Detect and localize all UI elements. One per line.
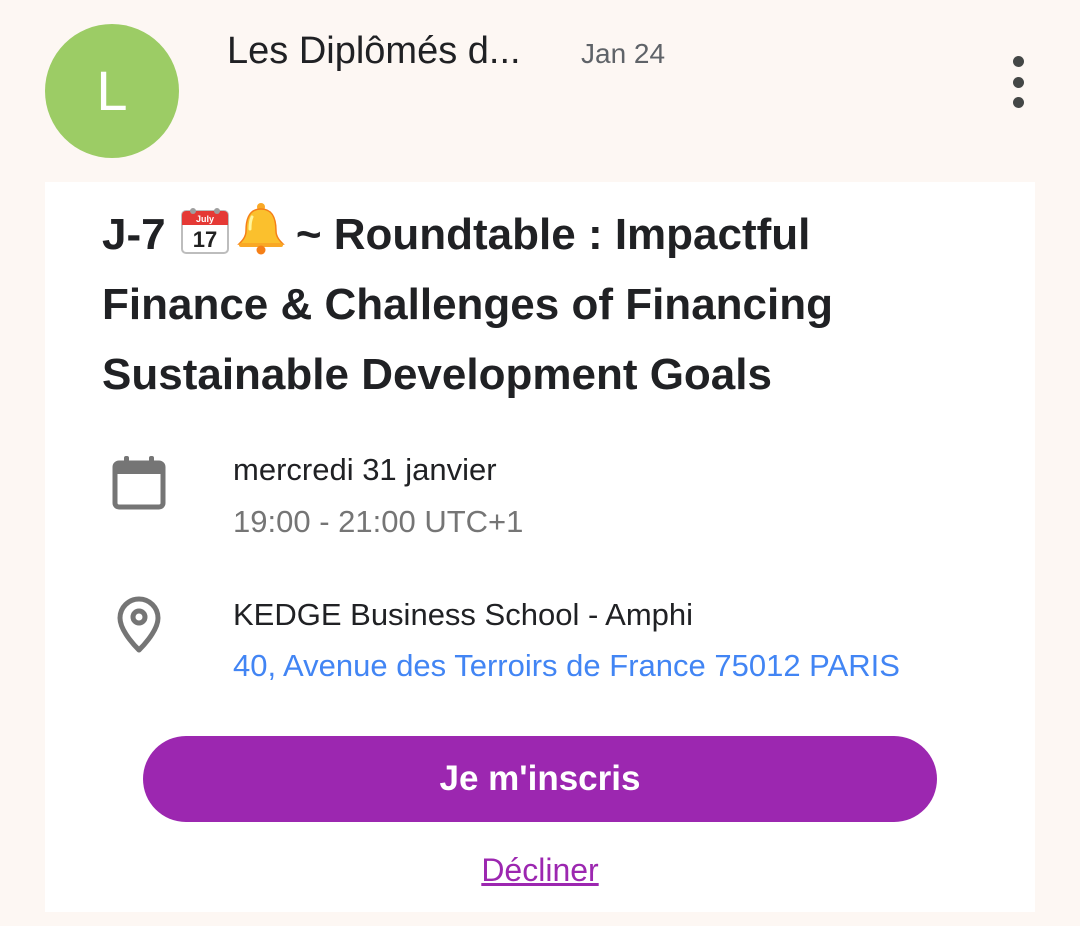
- title-prefix: J-7: [102, 210, 166, 259]
- address-link[interactable]: 40, Avenue des Terroirs de France 75012 …: [233, 648, 900, 684]
- event-card: J-7 July 17 ~ Roundtable : Impactful Fin…: [45, 182, 1035, 912]
- decline-link: Décliner: [45, 852, 1035, 889]
- sender-avatar[interactable]: L: [45, 24, 179, 158]
- location-pin-icon: [117, 596, 161, 653]
- email-date: Jan 24: [581, 38, 666, 69]
- event-time: 19:00 - 21:00 UTC+1: [233, 504, 524, 539]
- calendar-icon: [112, 456, 166, 510]
- sender-name[interactable]: Les Diplômés d...: [227, 30, 521, 73]
- more-options-icon[interactable]: [998, 56, 1038, 108]
- register-button[interactable]: Je m'inscris: [143, 736, 937, 822]
- event-date: mercredi 31 janvier: [233, 452, 497, 487]
- calendar-emoji-day: 17: [193, 227, 217, 252]
- calendar-emoji-month: July: [196, 214, 214, 224]
- decline-label[interactable]: Décliner: [481, 852, 598, 888]
- avatar-letter: L: [96, 59, 128, 122]
- calendar-emoji-icon: July 17: [180, 208, 229, 254]
- event-title: J-7 July 17 ~ Roundtable : Impactful Fin…: [102, 200, 942, 410]
- bell-emoji-icon: [237, 203, 285, 255]
- location-name: KEDGE Business School - Amphi: [233, 597, 694, 632]
